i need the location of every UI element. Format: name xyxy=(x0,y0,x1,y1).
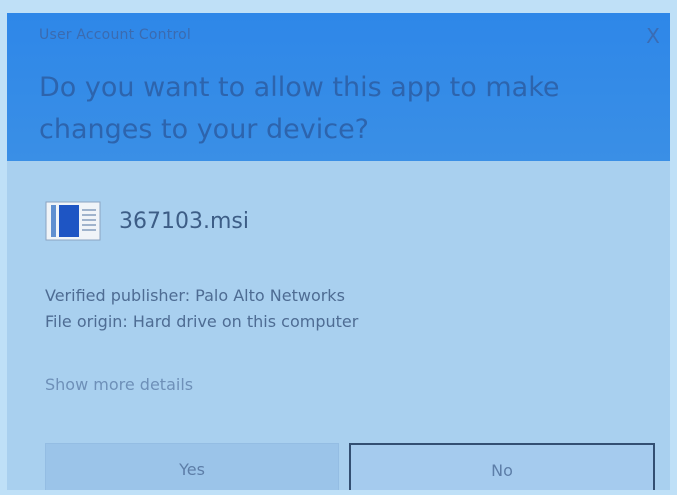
screen: User Account Control X Do you want to al… xyxy=(0,0,677,495)
app-row: 367103.msi xyxy=(45,201,249,241)
no-button[interactable]: No xyxy=(349,443,655,490)
dialog-body: 367103.msi Verified publisher: Palo Alto… xyxy=(7,161,670,490)
show-more-details-link[interactable]: Show more details xyxy=(45,375,193,394)
uac-dialog: User Account Control X Do you want to al… xyxy=(7,13,670,490)
verified-publisher: Verified publisher: Palo Alto Networks xyxy=(45,286,345,305)
app-info: Verified publisher: Palo Alto Networks F… xyxy=(45,283,358,335)
msi-installer-icon xyxy=(45,201,101,241)
file-origin: File origin: Hard drive on this computer xyxy=(45,312,359,331)
prompt-question: Do you want to allow this app to make ch… xyxy=(39,72,560,145)
app-file-name: 367103.msi xyxy=(119,208,249,234)
close-icon[interactable]: X xyxy=(642,25,664,47)
yes-button[interactable]: Yes xyxy=(45,443,339,490)
window-title: User Account Control xyxy=(39,27,191,43)
dialog-header: User Account Control X Do you want to al… xyxy=(7,13,670,161)
